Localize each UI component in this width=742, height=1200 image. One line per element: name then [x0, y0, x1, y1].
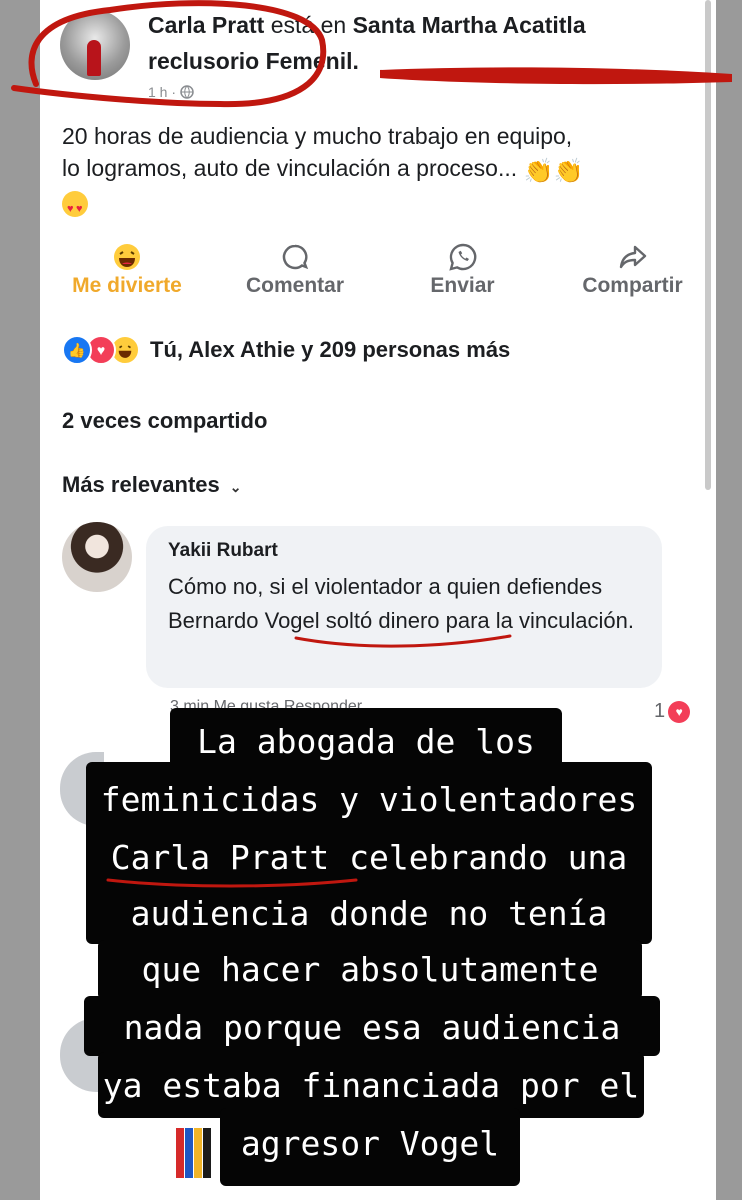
- like-reaction-icon: 👍: [62, 335, 92, 365]
- heart-eyes-emoji-icon: [62, 191, 88, 225]
- reaction-summary[interactable]: 👍 ♥ Tú, Alex Athie y 209 personas más: [62, 335, 510, 365]
- react-button[interactable]: Me divierte: [62, 240, 192, 298]
- reaction-names: Tú, Alex Athie y 209 personas más: [150, 337, 511, 362]
- send-button[interactable]: Enviar: [410, 240, 515, 298]
- comment-meta[interactable]: 3 min Me gusta Responder: [170, 698, 362, 716]
- post-action-bar: Me divierte Comentar Enviar Compartir: [40, 240, 716, 310]
- share-arrow-icon: [619, 245, 646, 269]
- react-label: Me divierte: [72, 274, 182, 297]
- comment-reactions[interactable]: 1 ♥: [654, 700, 691, 723]
- comment-button[interactable]: Comentar: [230, 240, 360, 298]
- location-name-continued[interactable]: reclusorio Femenil.: [148, 48, 359, 75]
- location-name[interactable]: Santa Martha Acatitla: [353, 12, 586, 38]
- tagged-name: Bernardo Vogel: [168, 608, 320, 633]
- share-button[interactable]: Compartir: [570, 240, 695, 298]
- post-meta: 1 h ·: [148, 84, 194, 100]
- sort-label: Más relevantes: [62, 472, 220, 497]
- post-timestamp[interactable]: 1 h ·: [148, 84, 180, 100]
- love-reaction-icon: ♥: [668, 700, 691, 723]
- share-count[interactable]: 2 veces compartido: [62, 408, 267, 434]
- clapping-hands-icon: 👏: [553, 158, 584, 185]
- share-label: Compartir: [582, 274, 683, 297]
- post-text-line-3: [62, 188, 702, 225]
- location-prefix: está en: [270, 12, 347, 38]
- author-name[interactable]: Carla Pratt: [148, 12, 264, 38]
- sticker-image: [176, 1128, 216, 1178]
- comment-bubble: Yakii Rubart Cómo no, si el violentador …: [146, 526, 662, 688]
- whatsapp-icon: [448, 243, 476, 271]
- chevron-down-icon: ⌄: [229, 479, 242, 495]
- send-label: Enviar: [430, 274, 495, 297]
- comment-sort-dropdown[interactable]: Más relevantes ⌄: [62, 472, 242, 498]
- globe-icon: [180, 85, 194, 99]
- comment-like-count: 1: [654, 700, 666, 722]
- laughing-emoji-icon: [114, 244, 140, 270]
- post-header: Carla Pratt está en Santa Martha Acatitl…: [148, 12, 586, 39]
- post-text-line-1: 20 horas de audiencia y mucho trabajo en…: [62, 123, 573, 149]
- comment-label: Comentar: [245, 274, 345, 297]
- commenter-avatar[interactable]: [62, 522, 132, 592]
- clapping-hands-icon: 👏: [523, 158, 554, 185]
- comment-icon: [282, 244, 309, 270]
- author-avatar[interactable]: [60, 10, 130, 80]
- commenter-name[interactable]: Yakii Rubart: [168, 540, 278, 562]
- post-text-line-2: lo logramos, auto de vinculación a proce…: [62, 152, 702, 188]
- comment-text: Cómo no, si el violentador a quien defie…: [168, 574, 634, 633]
- post-body: 20 horas de audiencia y mucho trabajo en…: [62, 120, 702, 225]
